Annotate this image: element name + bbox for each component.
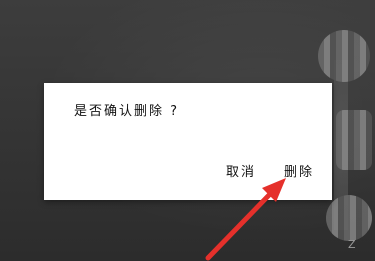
- confirm-delete-dialog: 是否确认删除 ? 取消 删除: [44, 83, 332, 200]
- delete-button[interactable]: 删除: [284, 159, 314, 182]
- blurred-thumbnail-icon: [336, 110, 372, 170]
- dialog-actions: 取消 删除: [226, 159, 314, 182]
- dialog-message: 是否确认删除 ?: [74, 104, 180, 119]
- blurred-avatar-icon-bottom: [326, 195, 372, 241]
- cancel-button[interactable]: 取消: [226, 159, 256, 182]
- blurred-corner-glyph: Z: [348, 238, 356, 251]
- blurred-avatar-icon: [318, 30, 370, 82]
